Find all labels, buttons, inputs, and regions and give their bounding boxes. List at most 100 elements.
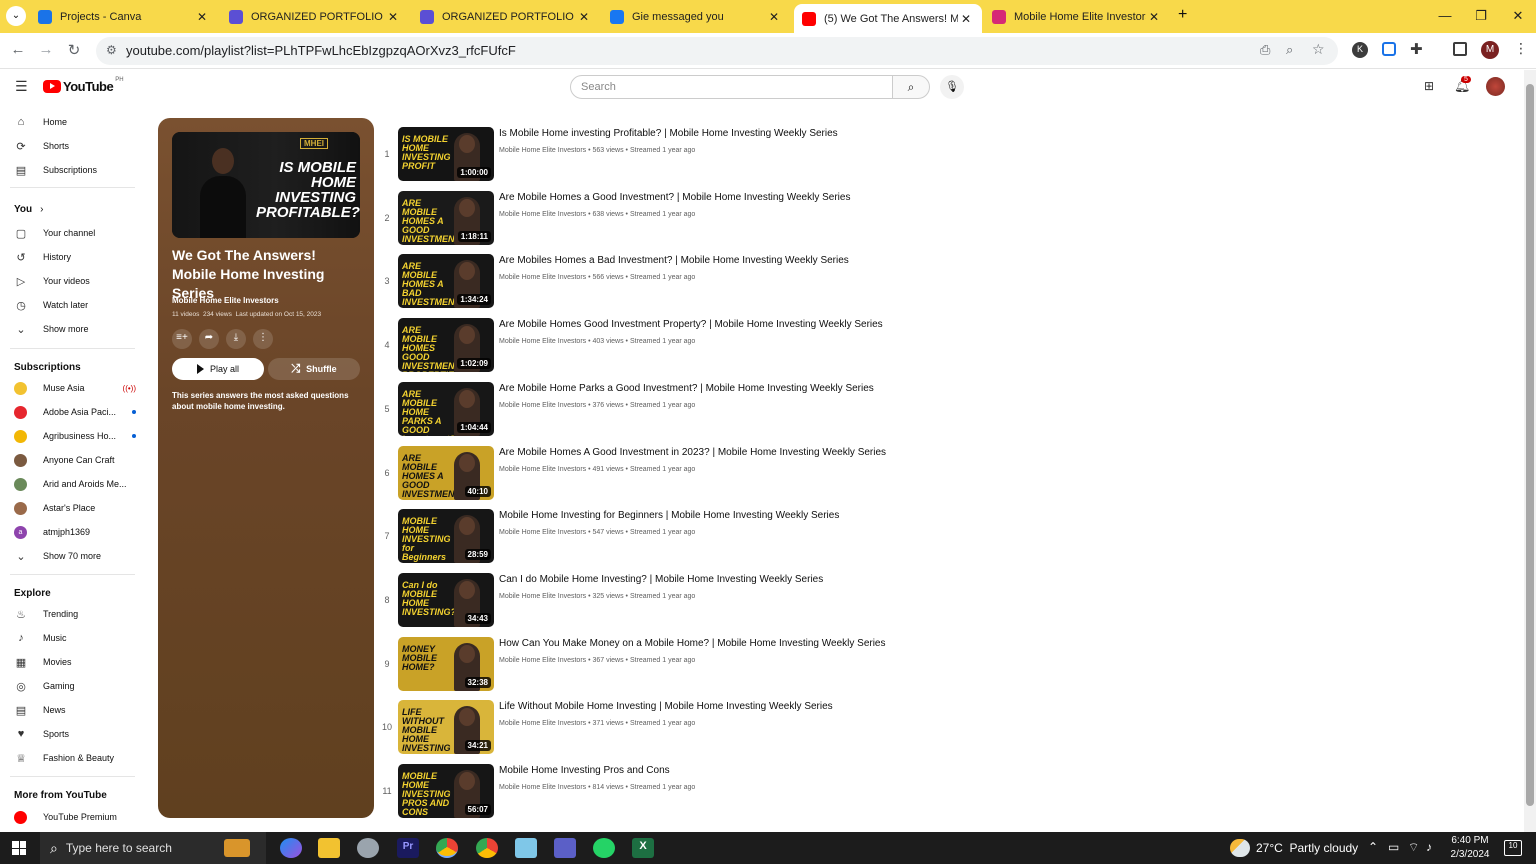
sidebar-item-show-more[interactable]: ⌄ Show more <box>14 319 136 339</box>
tab-close-icon[interactable]: ✕ <box>958 12 974 26</box>
playlist-video-row[interactable]: 8 Can I do MOBILE HOME INVESTING? 34:43 Can… <box>380 572 940 631</box>
sidebar-item-shorts[interactable]: ⟳ Shorts <box>14 136 136 156</box>
new-tab-plus-icon[interactable]: + <box>1178 6 1187 24</box>
browser-tab[interactable]: ORGANIZED PORTFOLIO - Web✕ <box>412 4 600 30</box>
browser-menu-icon[interactable]: ⋮ <box>1514 40 1528 57</box>
search-icon[interactable]: ⌕ <box>892 75 930 99</box>
video-title[interactable]: Is Mobile Home investing Profitable? | M… <box>499 128 838 139</box>
sidebar-item-subscriptions[interactable]: ▤ Subscriptions <box>14 160 136 180</box>
tab-close-icon[interactable]: ✕ <box>1146 10 1162 24</box>
video-thumbnail[interactable]: ARE MOBILE HOMES GOOD INVESTMENT PROPERT… <box>398 318 494 373</box>
sidebar-item-news[interactable]: ▤ News <box>14 700 136 720</box>
extensions-puzzle-icon[interactable]: ✚ <box>1410 40 1423 58</box>
video-thumbnail[interactable]: Can I do MOBILE HOME INVESTING? 34:43 <box>398 572 494 627</box>
back-arrow-icon[interactable]: ← <box>8 41 28 58</box>
play-all-button[interactable]: Play all <box>172 358 264 380</box>
extension-k-avatar[interactable]: K <box>1352 42 1368 58</box>
save-to-library-icon[interactable]: ≡+ <box>172 329 192 349</box>
playlist-video-row[interactable]: 3 ARE MOBILE HOMES A BAD INVESTMENT? 1:34:… <box>380 254 940 312</box>
chrome-icon[interactable] <box>436 838 458 858</box>
sidebar-item-your-channel[interactable]: ▢ Your channel <box>14 223 136 243</box>
install-app-icon[interactable]: ⎙ <box>1260 42 1270 58</box>
sidebar-subscription-item[interactable]: Arid and Aroids Me... <box>14 474 136 494</box>
playlist-video-row[interactable]: 11 MOBILE HOME INVESTING PROS AND CONS 56:… <box>380 764 940 822</box>
sidebar-item-youtube-premium[interactable]: YouTube Premium <box>14 807 136 827</box>
video-title[interactable]: Are Mobiles Homes a Bad Investment? | Mo… <box>499 255 849 266</box>
sidebar-subscription-item[interactable]: Muse Asia ((•)) <box>14 378 136 398</box>
weather-cloud-icon[interactable] <box>1230 839 1250 857</box>
video-thumbnail[interactable]: IS MOBILE HOME INVESTING PROFIT 1:00:00 <box>398 127 494 181</box>
side-panel-icon[interactable] <box>1453 42 1467 56</box>
browser-tab[interactable]: Gie messaged you ✕ <box>602 4 790 30</box>
tab-close-icon[interactable]: ✕ <box>385 10 401 24</box>
playlist-video-row[interactable]: 4 ARE MOBILE HOMES GOOD INVESTMENT PROPER… <box>380 318 940 376</box>
playlist-video-row[interactable]: 5 ARE MOBILE HOME PARKS A GOOD investment… <box>380 381 940 440</box>
sidebar-subscription-item[interactable]: Agribusiness Ho... <box>14 426 136 446</box>
app-icon-gear[interactable] <box>357 838 379 858</box>
playlist-video-row[interactable]: 7 MOBILE HOME INVESTING for Beginners 28:5… <box>380 509 940 567</box>
video-thumbnail[interactable]: ARE MOBILE HOMES A BAD INVESTMENT? 1:34:2… <box>398 254 494 309</box>
sidebar-show-more-subscriptions[interactable]: ⌄ Show 70 more <box>14 546 136 566</box>
profile-avatar[interactable]: M <box>1481 41 1499 59</box>
file-explorer-icon[interactable] <box>318 838 340 858</box>
voice-search-mic-icon[interactable]: 🎙 <box>940 75 964 99</box>
sidebar-item-trending[interactable]: ♨ Trending <box>14 604 136 624</box>
weather-text[interactable]: 27°C Partly cloudy <box>1256 841 1358 855</box>
youtube-logo[interactable]: YouTube PH <box>43 77 124 94</box>
taskbar-search-box[interactable]: ⌕ Type here to search <box>40 832 266 864</box>
sidebar-subscription-item[interactable]: Anyone Can Craft <box>14 450 136 470</box>
premiere-pro-icon[interactable]: Pr <box>397 838 419 858</box>
teams-icon[interactable] <box>554 838 576 858</box>
sidebar-subscription-item[interactable]: Adobe Asia Paci... <box>14 402 136 422</box>
more-actions-icon[interactable]: ⋮ <box>253 329 273 349</box>
tab-close-icon[interactable]: ✕ <box>576 10 592 24</box>
video-title[interactable]: Mobile Home Investing for Beginners | Mo… <box>499 510 839 521</box>
browser-tab[interactable]: (5) We Got The Answers! Mobile✕ <box>794 4 982 33</box>
tab-search-chevron-icon[interactable]: ⌄ <box>6 6 26 26</box>
whatsapp-icon[interactable] <box>593 838 615 858</box>
sidebar-item-music[interactable]: ♪ Music <box>14 628 136 648</box>
video-thumbnail[interactable]: MONEY MOBILE HOME? 32:38 <box>398 636 494 691</box>
sidebar-item-gaming[interactable]: ◎ Gaming <box>14 676 136 696</box>
playlist-video-row[interactable]: 10 LIFE WITHOUT MOBILE HOME INVESTING 34:2… <box>380 700 940 758</box>
video-title[interactable]: Are Mobile Homes Good Investment Propert… <box>499 319 883 330</box>
playlist-channel-name[interactable]: Mobile Home Elite Investors <box>172 296 279 305</box>
playlist-video-row[interactable]: 9 MONEY MOBILE HOME? 32:38 How Can You Make… <box>380 636 940 695</box>
windows-start-icon[interactable] <box>12 841 26 855</box>
share-icon[interactable]: ➦ <box>199 329 219 349</box>
tab-close-icon[interactable]: ✕ <box>766 10 782 24</box>
download-icon[interactable]: ⤓ <box>226 329 246 349</box>
tray-chevron-icon[interactable]: ⌃ <box>1368 840 1378 854</box>
video-thumbnail[interactable]: ARE MOBILE HOMES A GOOD INVESTMENT? 1:18:… <box>398 190 494 245</box>
video-title[interactable]: Can I do Mobile Home Investing? | Mobile… <box>499 574 823 585</box>
address-bar[interactable]: ⚙ youtube.com/playlist?list=PLhTPFwLhcEb… <box>96 37 1338 65</box>
browser-tab[interactable]: Projects - Canva ✕ <box>30 4 218 30</box>
reload-icon[interactable]: ↻ <box>64 41 84 59</box>
notification-center-icon[interactable]: 10 <box>1504 840 1522 856</box>
url-text[interactable]: youtube.com/playlist?list=PLhTPFwLhcEbIz… <box>126 43 516 58</box>
hamburger-menu-icon[interactable]: ☰ <box>15 78 28 95</box>
video-thumbnail[interactable]: MOBILE HOME INVESTING PROS AND CONS 56:07 <box>398 764 494 818</box>
browser-tab[interactable]: Mobile Home Elite Investors® ✕ <box>984 4 1170 30</box>
sidebar-item-watch-later[interactable]: ◷ Watch later <box>14 295 136 315</box>
sidebar-subscription-item[interactable]: Astar's Place <box>14 498 136 518</box>
video-title[interactable]: Mobile Home Investing Pros and Cons <box>499 765 670 776</box>
bookmark-star-icon[interactable]: ☆ <box>1312 41 1325 58</box>
video-thumbnail[interactable]: ARE MOBILE HOMES A GOOD INVESTMENT 40:10 <box>398 445 494 500</box>
playlist-thumbnail[interactable]: MHEI IS MOBILE HOME INVESTING PROFITABLE… <box>172 132 360 238</box>
minimize-icon[interactable]: — <box>1430 8 1460 23</box>
notepad-icon[interactable] <box>515 838 537 858</box>
account-avatar[interactable] <box>1486 77 1505 96</box>
browser-tab[interactable]: ORGANIZED PORTFOLIO - Web✕ <box>221 4 409 30</box>
video-thumbnail[interactable]: MOBILE HOME INVESTING for Beginners 28:59 <box>398 509 494 564</box>
sidebar-item-your-videos[interactable]: ▷ Your videos <box>14 271 136 291</box>
video-title[interactable]: Are Mobile Homes a Good Investment? | Mo… <box>499 192 850 203</box>
tray-network-icon[interactable]: ▭ <box>1388 840 1399 854</box>
playlist-video-row[interactable]: 1 IS MOBILE HOME INVESTING PROFIT 1:00:00 I… <box>380 127 940 185</box>
sidebar-item-sports[interactable]: ♥ Sports <box>14 724 136 744</box>
video-title[interactable]: How Can You Make Money on a Mobile Home?… <box>499 638 886 649</box>
sidebar-item-fashion-beauty[interactable]: ♕ Fashion & Beauty <box>14 748 136 768</box>
forward-arrow-icon[interactable]: → <box>36 41 56 58</box>
clock-time[interactable]: 6:40 PM <box>1450 835 1490 846</box>
sidebar-item-movies[interactable]: ▦ Movies <box>14 652 136 672</box>
